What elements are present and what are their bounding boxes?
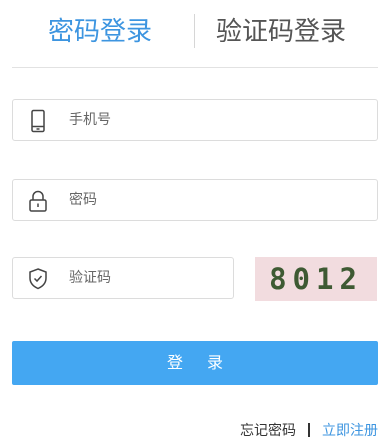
captcha-text: 8012 [269, 262, 363, 296]
tab-divider [194, 14, 195, 48]
captcha-image[interactable]: 8012 [255, 257, 377, 301]
login-tabs: 密码登录 验证码登录 [0, 0, 386, 68]
phone-icon [27, 109, 49, 133]
login-footer: 忘记密码 立即注册 [240, 422, 378, 440]
tab-password-login[interactable]: 密码登录 [48, 12, 152, 52]
password-field[interactable]: 密码 [12, 179, 378, 221]
login-button[interactable]: 登录 [12, 341, 378, 385]
tabs-underline [12, 67, 378, 68]
footer-divider [308, 423, 310, 437]
shield-check-icon [27, 267, 49, 291]
register-link[interactable]: 立即注册 [322, 423, 378, 439]
password-placeholder: 密码 [69, 192, 97, 208]
lock-icon [27, 189, 49, 213]
forgot-password-link[interactable]: 忘记密码 [240, 423, 296, 439]
tab-code-login[interactable]: 验证码登录 [216, 12, 346, 52]
phone-placeholder: 手机号 [69, 112, 111, 128]
phone-field[interactable]: 手机号 [12, 99, 378, 141]
code-placeholder: 验证码 [69, 270, 111, 286]
verification-code-field[interactable]: 验证码 [12, 257, 234, 299]
